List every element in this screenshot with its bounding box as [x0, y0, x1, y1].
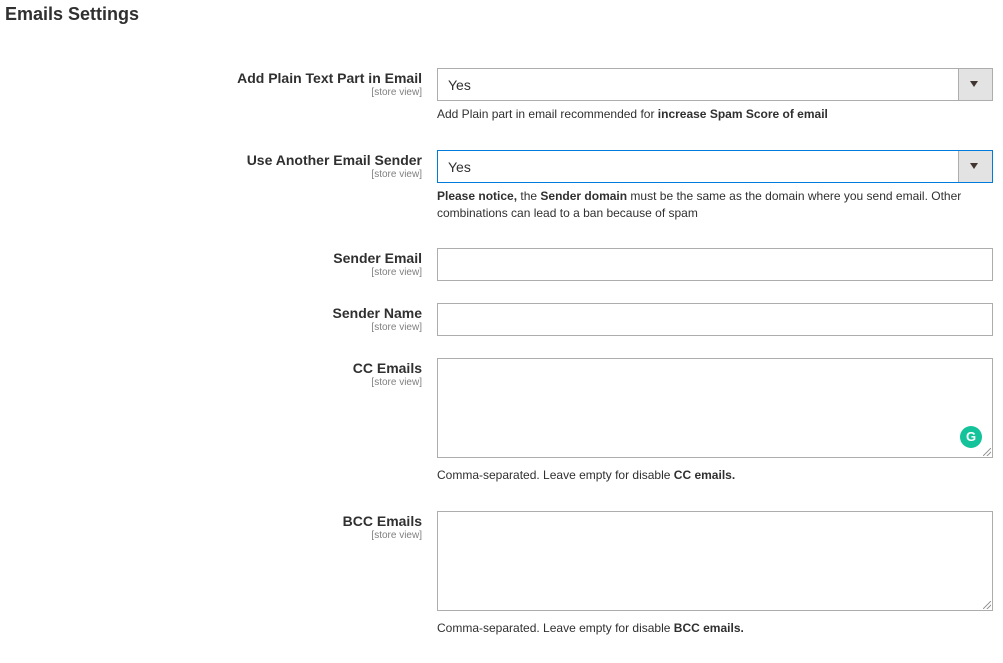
another-sender-label: Use Another Email Sender — [246, 152, 422, 168]
cc-emails-textarea[interactable]: G — [437, 358, 993, 458]
another-sender-select[interactable]: Yes — [437, 150, 993, 183]
chevron-down-icon — [970, 81, 978, 87]
sender-email-label: Sender Email — [333, 250, 422, 266]
section-title: Emails Settings — [5, 4, 140, 24]
plain-text-select[interactable]: Yes — [437, 68, 993, 101]
another-sender-select-toggle[interactable] — [958, 151, 992, 182]
cc-emails-note: Comma-separated. Leave empty for disable… — [437, 468, 736, 482]
grammarly-icon[interactable]: G — [960, 426, 982, 448]
sender-name-field[interactable] — [437, 303, 993, 336]
resize-handle[interactable] — [983, 448, 991, 456]
bcc-emails-scope: [store view] — [371, 530, 422, 541]
another-sender-scope: [store view] — [371, 169, 422, 180]
another-sender-note: Please notice, the Sender domain must be… — [437, 189, 962, 220]
plain-text-note: Add Plain part in email recommended for … — [437, 107, 828, 121]
bcc-emails-textarea[interactable] — [437, 511, 993, 611]
sender-email-scope: [store view] — [371, 267, 422, 278]
cc-emails-scope: [store view] — [371, 377, 422, 388]
bcc-emails-label: BCC Emails — [342, 513, 422, 529]
sender-email-field[interactable] — [437, 248, 993, 281]
another-sender-select-value: Yes — [448, 159, 471, 175]
sender-name-scope: [store view] — [371, 322, 422, 333]
bcc-emails-note: Comma-separated. Leave empty for disable… — [437, 621, 744, 635]
resize-handle[interactable] — [983, 601, 991, 609]
sender-name-label: Sender Name — [332, 305, 422, 321]
plain-text-label: Add Plain Text Part in Email — [237, 70, 422, 86]
cc-emails-label: CC Emails — [352, 360, 422, 376]
chevron-down-icon — [970, 163, 978, 169]
plain-text-select-value: Yes — [448, 77, 471, 93]
plain-text-select-toggle[interactable] — [958, 69, 992, 100]
plain-text-scope: [store view] — [371, 87, 422, 98]
